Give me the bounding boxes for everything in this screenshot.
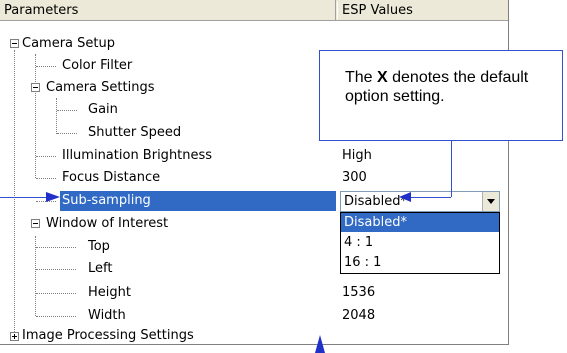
parameters-column-header[interactable]: Parameters <box>0 0 336 21</box>
focus-distance-value[interactable]: 300 <box>342 167 367 189</box>
tree-label-camera-setup: Camera Setup <box>22 36 115 51</box>
chevron-down-icon <box>487 199 495 204</box>
dropdown-button[interactable] <box>482 192 499 211</box>
dropdown-option-16-1[interactable]: 16 : 1 <box>341 253 499 272</box>
tree-connector <box>36 293 76 294</box>
sub-sampling-combobox[interactable]: Disabled* <box>340 191 500 212</box>
tree-connector <box>36 269 76 270</box>
tree-row-illumination-brightness[interactable]: Illumination Brightness High <box>0 145 508 167</box>
tree-label-window-of-interest: Window of Interest <box>46 216 169 231</box>
right-arrow-icon <box>46 192 60 202</box>
tree-label-focus-distance: Focus Distance <box>62 170 161 185</box>
tree-label-gain: Gain <box>88 102 118 117</box>
sub-sampling-dropdown-list: Disabled* 4 : 1 16 : 1 <box>340 212 500 274</box>
header-divider <box>337 2 338 19</box>
callout-text-bold: X <box>377 69 388 86</box>
expand-icon[interactable] <box>10 332 19 341</box>
tree-connector <box>36 316 76 317</box>
collapse-icon[interactable] <box>31 219 40 228</box>
left-pointer-line <box>0 197 47 198</box>
tree-label-shutter-speed: Shutter Speed <box>88 125 182 140</box>
tree-row-focus-distance[interactable]: Focus Distance 300 <box>0 167 508 189</box>
callout-arrow-icon <box>399 192 411 202</box>
tree-connector <box>57 133 77 134</box>
width-value[interactable]: 2048 <box>342 305 375 327</box>
up-arrow-icon <box>315 335 325 353</box>
tree-row-image-processing-settings[interactable]: Image Processing Settings <box>0 325 508 347</box>
callout-text-pre: The <box>345 69 378 86</box>
tree-connector <box>36 247 76 248</box>
tree-row-width[interactable]: Width 2048 <box>0 305 508 327</box>
collapse-icon[interactable] <box>10 39 19 48</box>
callout-connector-vertical <box>451 141 452 197</box>
dropdown-option-disabled[interactable]: Disabled* <box>341 213 499 232</box>
tree-label-top: Top <box>88 239 110 254</box>
tree-label-left: Left <box>88 261 113 276</box>
illumination-brightness-value[interactable]: High <box>342 145 372 167</box>
collapse-icon[interactable] <box>31 83 40 92</box>
tree-connector <box>36 156 56 157</box>
tree-label-height: Height <box>88 285 131 300</box>
combobox-selected-value: Disabled* <box>344 194 407 209</box>
callout-connector-horizontal <box>407 197 451 198</box>
tree-label-image-processing-settings: Image Processing Settings <box>22 328 194 343</box>
tree-connector <box>57 110 77 111</box>
tree-label-sub-sampling: Sub-sampling <box>62 193 151 208</box>
tree-connector <box>36 66 56 67</box>
tree-label-camera-settings: Camera Settings <box>46 80 155 95</box>
dropdown-option-4-1[interactable]: 4 : 1 <box>341 233 499 252</box>
tree-row-height[interactable]: Height 1536 <box>0 282 508 304</box>
default-option-callout: The X denotes the default option setting… <box>319 50 563 141</box>
height-value[interactable]: 1536 <box>342 282 375 304</box>
tree-label-color-filter: Color Filter <box>62 58 133 73</box>
esp-values-column-header[interactable]: ESP Values <box>336 0 508 21</box>
tree-label-illumination-brightness: Illumination Brightness <box>62 148 213 163</box>
tree-label-width: Width <box>88 308 126 323</box>
tree-connector <box>36 178 56 179</box>
